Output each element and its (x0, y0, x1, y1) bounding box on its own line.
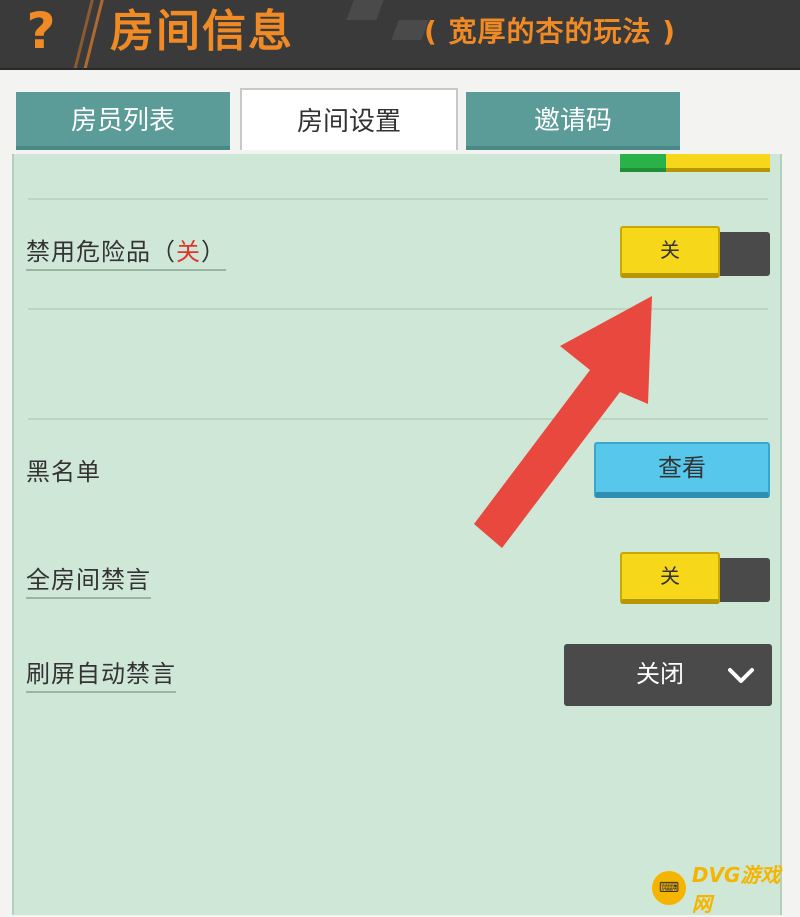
toggle-track (716, 558, 770, 602)
toggle-knob-segment (666, 154, 770, 172)
watermark: ⌨ DVG游戏网 (652, 863, 800, 916)
page-subtitle: ( 宽厚的杏的玩法 ) (424, 15, 677, 48)
dropdown-value: 关闭 (636, 660, 684, 688)
toggle-knob: 关 (620, 226, 720, 278)
setting-mute-all-label: 全房间禁言 (26, 560, 151, 599)
toggle-on-segment (620, 154, 666, 172)
view-blacklist-button[interactable]: 查看 (594, 442, 770, 498)
help-icon[interactable]: ? (14, 0, 68, 62)
setting-blacklist-label: 黑名单 (26, 458, 101, 486)
spam-mute-dropdown[interactable]: 关闭 (564, 644, 772, 706)
ban-dangerous-toggle[interactable]: 关 (620, 226, 772, 278)
mute-all-toggle[interactable]: 关 (620, 552, 772, 604)
gamepad-icon: ⌨ (652, 871, 686, 905)
setting-ban-dangerous-label: 禁用危险品（关） (26, 232, 226, 271)
tab-member-list[interactable]: 房员列表 (16, 92, 230, 150)
divider (28, 198, 768, 200)
chevron-down-icon (728, 668, 754, 683)
tab-room-settings[interactable]: 房间设置 (240, 88, 458, 150)
toggle-track (716, 232, 770, 276)
page-title: 房间信息 (110, 6, 294, 57)
setting-spam-mute-label: 刷屏自动禁言 (26, 654, 176, 693)
label-suffix: ） (201, 238, 226, 266)
divider (28, 418, 768, 420)
watermark-text: DVG游戏网 (691, 863, 781, 916)
toggle-knob: 关 (620, 552, 720, 604)
tab-invite-code[interactable]: 邀请码 (466, 92, 680, 150)
header-bar: ? 房间信息 ( 宽厚的杏的玩法 ) (0, 0, 800, 70)
header-decoration (346, 0, 384, 20)
partial-toggle-top[interactable] (620, 154, 772, 172)
label-text: 禁用危险品（ (26, 238, 176, 266)
divider (28, 308, 768, 310)
state-text: 关 (176, 238, 201, 266)
